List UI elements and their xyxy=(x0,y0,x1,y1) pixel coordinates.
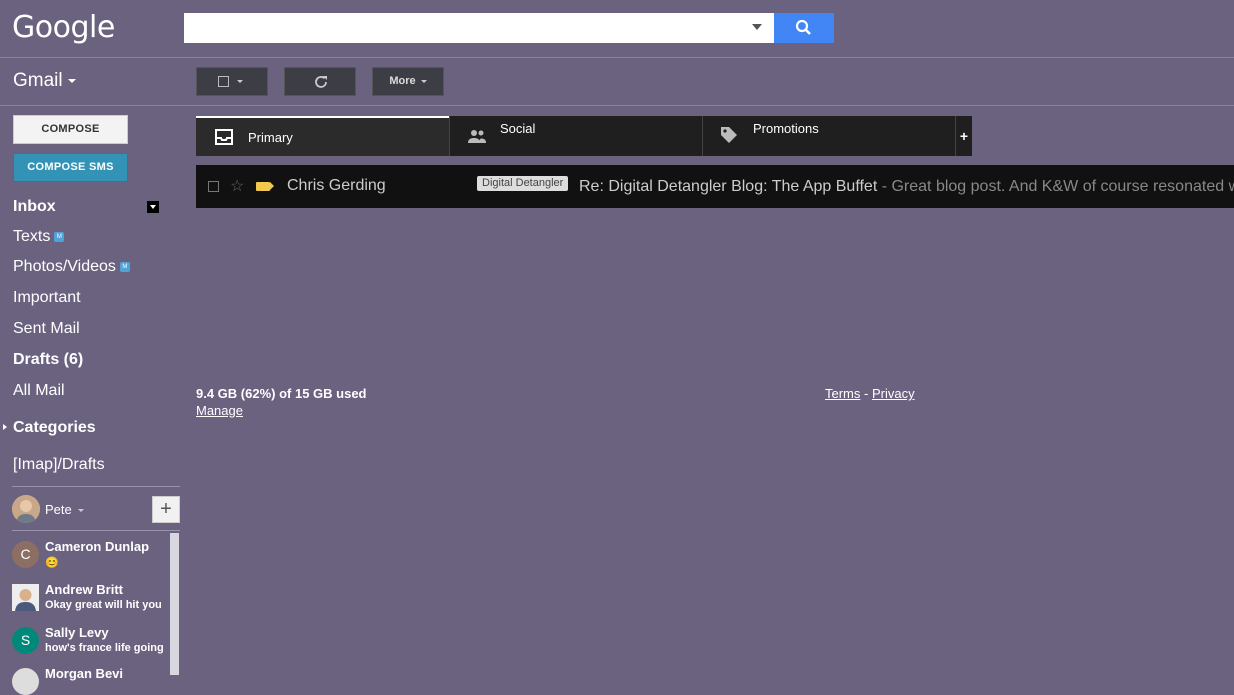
tab-primary-label: Primary xyxy=(248,130,293,145)
nav-texts-label: Texts xyxy=(13,228,51,245)
add-contact-button[interactable]: + xyxy=(152,496,180,523)
chat-divider xyxy=(12,530,180,531)
storage-usage: 9.4 GB (62%) of 15 GB used xyxy=(196,386,367,401)
inbox-dropdown-icon[interactable] xyxy=(147,201,159,213)
contact-name: Cameron Dunlap xyxy=(45,539,150,554)
refresh-button[interactable] xyxy=(284,67,356,96)
manage-storage-link[interactable]: Manage xyxy=(196,403,243,418)
contact-status: how's france life going xyxy=(45,642,164,654)
nav-drafts[interactable]: Drafts (6) xyxy=(13,351,83,369)
inbox-tabs: Primary Social Promotions + xyxy=(196,116,972,156)
gmail-label: Gmail xyxy=(13,70,63,91)
chat-user-menu[interactable]: Pete xyxy=(45,502,85,517)
search-options-icon[interactable] xyxy=(752,24,762,30)
contact-name: Morgan Bevi xyxy=(45,666,124,681)
contact-name: Andrew Britt xyxy=(45,582,123,597)
email-subject-line: Re: Digital Detangler Blog: The App Buff… xyxy=(579,178,1234,196)
search-input[interactable] xyxy=(184,13,774,43)
user-photo-icon xyxy=(12,495,40,523)
tab-social[interactable]: Social xyxy=(449,116,702,156)
email-label-badge[interactable]: Digital Detangler xyxy=(477,176,569,191)
nav-photos-label: Photos/Videos xyxy=(13,258,116,275)
search-bar xyxy=(184,13,834,43)
nav-divider xyxy=(12,486,180,487)
search-icon xyxy=(795,19,811,35)
email-row[interactable]: ☆ Chris Gerding Digital Detangler Re: Di… xyxy=(196,165,1234,208)
nav-texts[interactable]: Texts M xyxy=(13,228,65,246)
people-icon xyxy=(468,130,486,143)
nav-categories[interactable]: Categories xyxy=(13,419,96,437)
row-checkbox[interactable] xyxy=(208,181,219,192)
gmail-menu[interactable]: Gmail xyxy=(13,70,76,92)
terms-link[interactable]: Terms xyxy=(825,386,860,401)
chat-user-name: Pete xyxy=(45,502,72,517)
checkbox-icon xyxy=(218,76,229,87)
contact-status: Okay great will hit you xyxy=(45,599,162,611)
tab-promotions[interactable]: Promotions xyxy=(702,116,955,156)
contact-name: Sally Levy xyxy=(45,625,109,640)
avatar xyxy=(12,584,39,611)
contact-status: 😊 xyxy=(45,557,59,569)
footer-separator: - xyxy=(860,386,872,401)
mms-badge-icon: M xyxy=(119,262,130,272)
tab-primary[interactable]: Primary xyxy=(196,116,449,156)
more-label: More xyxy=(389,75,416,87)
footer-links: Terms - Privacy xyxy=(825,386,915,401)
compose-button[interactable]: COMPOSE xyxy=(13,115,128,144)
chevron-down-icon xyxy=(420,79,427,83)
add-tab-button[interactable]: + xyxy=(955,116,972,156)
header-divider xyxy=(0,57,1234,58)
tag-icon xyxy=(721,127,737,143)
sms-badge-icon: M xyxy=(54,232,65,242)
search-button[interactable] xyxy=(774,13,834,43)
avatar[interactable] xyxy=(12,495,40,523)
chevron-down-icon xyxy=(78,509,85,513)
avatar xyxy=(12,668,39,695)
nav-photos-videos[interactable]: Photos/Videos M xyxy=(13,258,130,276)
toolbar-divider xyxy=(0,105,1234,106)
nav-all-mail[interactable]: All Mail xyxy=(13,382,65,400)
email-subject: Re: Digital Detangler Blog: The App Buff… xyxy=(579,178,878,195)
select-button[interactable] xyxy=(196,67,268,96)
avatar: C xyxy=(12,541,39,568)
privacy-link[interactable]: Privacy xyxy=(872,386,915,401)
user-photo-icon xyxy=(12,584,39,611)
nav-imap-drafts[interactable]: [Imap]/Drafts xyxy=(13,456,105,474)
nav-sent-mail[interactable]: Sent Mail xyxy=(13,320,80,338)
compose-sms-button[interactable]: COMPOSE SMS xyxy=(13,153,128,182)
chat-scrollbar[interactable] xyxy=(170,533,179,675)
refresh-icon xyxy=(315,76,327,88)
chevron-down-icon xyxy=(67,78,76,83)
more-button[interactable]: More xyxy=(372,67,444,96)
chevron-down-icon xyxy=(237,80,243,83)
email-snippet: - Great blog post. And K&W of course res… xyxy=(877,178,1234,195)
tab-promotions-label: Promotions xyxy=(753,121,819,136)
expand-arrow-icon[interactable] xyxy=(3,424,7,430)
nav-inbox[interactable]: Inbox xyxy=(13,198,56,216)
importance-marker-icon[interactable] xyxy=(256,182,274,191)
avatar: S xyxy=(12,627,39,654)
email-sender: Chris Gerding xyxy=(287,177,386,194)
star-icon[interactable]: ☆ xyxy=(230,176,244,196)
nav-important[interactable]: Important xyxy=(13,289,81,307)
tab-social-label: Social xyxy=(500,121,536,136)
google-logo[interactable]: Google xyxy=(12,10,115,45)
inbox-icon xyxy=(215,129,233,145)
